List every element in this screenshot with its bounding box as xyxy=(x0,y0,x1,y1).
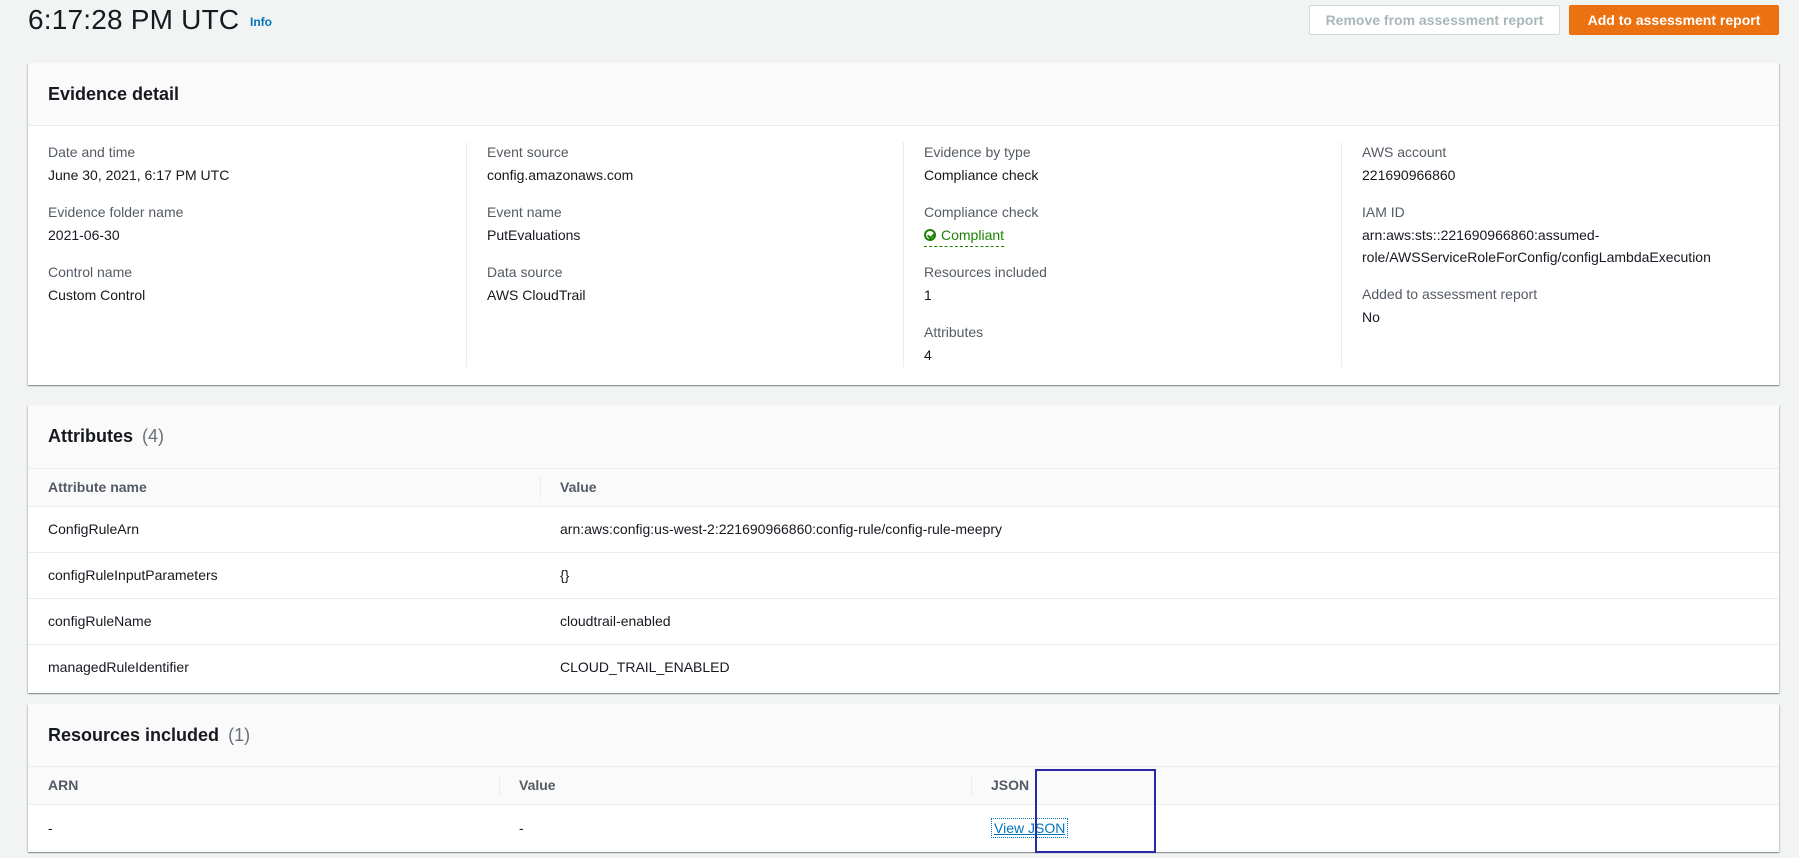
detail-label: AWS account xyxy=(1362,144,1447,160)
resource-arn-cell: - xyxy=(48,820,53,837)
detail-label: IAM ID xyxy=(1362,204,1405,220)
detail-added-to-report: Added to assessment report No xyxy=(1362,284,1769,328)
page: 6:17:28 PM UTC Info Remove from assessme… xyxy=(0,0,1799,858)
resource-value-cell: - xyxy=(519,820,524,837)
attribute-name-cell: configRuleInputParameters xyxy=(28,552,540,599)
detail-label: Attributes xyxy=(924,324,984,340)
column-header-json-label: JSON xyxy=(991,777,1030,794)
detail-iam-id: IAM ID arn:aws:sts::221690966860:assumed… xyxy=(1362,202,1769,268)
column-header-resource-value[interactable]: Value xyxy=(499,767,971,805)
resource-json-cell: View JSON xyxy=(971,804,1779,852)
attributes-header: Attributes (4) xyxy=(28,405,1779,469)
detail-value: Compliant xyxy=(924,224,1311,247)
detail-value: June 30, 2021, 6:17 PM UTC xyxy=(48,167,230,183)
iam-id-line-2: role/AWSServiceRoleForConfig/configLambd… xyxy=(1362,249,1711,265)
resources-header: Resources included (1) xyxy=(28,704,1779,767)
view-json-link[interactable]: View JSON xyxy=(991,818,1069,839)
attributes-count: (4) xyxy=(142,426,165,446)
detail-label: Resources included xyxy=(924,264,1047,280)
column-header-arn[interactable]: ARN xyxy=(28,767,499,805)
evidence-detail-grid: Date and time June 30, 2021, 6:17 PM UTC… xyxy=(28,126,1779,385)
detail-folder-name: Evidence folder name 2021-06-30 xyxy=(48,202,436,246)
column-header-value[interactable]: Value xyxy=(540,469,1779,507)
detail-column-4: AWS account 221690966860 IAM ID arn:aws:… xyxy=(1341,142,1779,367)
column-divider xyxy=(971,775,972,796)
detail-evidence-type: Evidence by type Compliance check xyxy=(924,142,1311,186)
detail-event-source: Event source config.amazonaws.com xyxy=(487,142,874,186)
check-circle-icon xyxy=(924,229,936,241)
attribute-value-cell: cloudtrail-enabled xyxy=(540,598,1779,645)
detail-label: Evidence by type xyxy=(924,144,1031,160)
info-link[interactable]: Info xyxy=(250,15,272,29)
detail-label: Control name xyxy=(48,264,133,280)
resources-title-text: Resources included xyxy=(48,724,220,745)
resources-title: Resources included (1) xyxy=(48,725,250,746)
page-header: 6:17:28 PM UTC Info Remove from assessme… xyxy=(28,0,1779,40)
compliant-label: Compliant xyxy=(941,227,1005,243)
detail-label: Data source xyxy=(487,264,563,280)
detail-value: 1 xyxy=(924,287,932,303)
resources-panel: Resources included (1) ARN Value JSON - … xyxy=(28,704,1779,852)
attribute-name-cell: configRuleName xyxy=(28,598,540,645)
evidence-detail-panel: Evidence detail Date and time June 30, 2… xyxy=(28,63,1779,385)
detail-value: config.amazonaws.com xyxy=(487,167,634,183)
detail-column-1: Date and time June 30, 2021, 6:17 PM UTC… xyxy=(28,142,446,367)
column-header-json[interactable]: JSON xyxy=(971,767,1779,805)
detail-control-name: Control name Custom Control xyxy=(48,262,436,306)
compliant-status[interactable]: Compliant xyxy=(924,224,1005,247)
column-header-value-label: Value xyxy=(560,479,597,496)
table-row: - - View JSON xyxy=(28,804,1779,852)
column-divider xyxy=(499,775,500,796)
table-row: configRuleInputParameters {} xyxy=(28,552,1779,599)
attribute-value-cell: {} xyxy=(540,552,1779,599)
detail-value: Custom Control xyxy=(48,287,146,303)
detail-value: arn:aws:sts::221690966860:assumed- role/… xyxy=(1362,224,1769,268)
detail-label: Evidence folder name xyxy=(48,204,184,220)
attributes-title-text: Attributes xyxy=(48,426,133,446)
attribute-value-cell: arn:aws:config:us-west-2:221690966860:co… xyxy=(540,506,1779,553)
detail-label: Event name xyxy=(487,204,562,220)
detail-column-2: Event source config.amazonaws.com Event … xyxy=(466,142,884,367)
table-row: ConfigRuleArn arn:aws:config:us-west-2:2… xyxy=(28,506,1779,553)
resources-table: ARN Value JSON - - View JSON xyxy=(28,767,1779,852)
detail-attributes: Attributes 4 xyxy=(924,322,1311,366)
detail-label: Date and time xyxy=(48,144,136,160)
detail-value: 221690966860 xyxy=(1362,167,1456,183)
column-divider xyxy=(540,477,541,498)
detail-data-source: Data source AWS CloudTrail xyxy=(487,262,874,306)
column-header-resource-value-label: Value xyxy=(519,777,556,794)
attribute-name-cell: managedRuleIdentifier xyxy=(48,659,189,676)
page-title: 6:17:28 PM UTC xyxy=(28,4,240,35)
detail-date-time: Date and time June 30, 2021, 6:17 PM UTC xyxy=(48,142,436,186)
detail-label: Compliance check xyxy=(924,204,1039,220)
attributes-title: Attributes (4) xyxy=(48,426,164,447)
evidence-detail-header: Evidence detail xyxy=(28,63,1779,126)
detail-label: Event source xyxy=(487,144,569,160)
table-row: configRuleName cloudtrail-enabled xyxy=(28,598,1779,645)
add-to-report-button[interactable]: Add to assessment report xyxy=(1569,5,1779,35)
attributes-panel: Attributes (4) Attribute name Value Conf… xyxy=(28,405,1779,693)
detail-column-3: Evidence by type Compliance check Compli… xyxy=(903,142,1321,367)
detail-label: Added to assessment report xyxy=(1362,286,1538,302)
detail-value: 4 xyxy=(924,347,932,363)
detail-value: 2021-06-30 xyxy=(48,227,120,243)
resources-count: (1) xyxy=(228,724,251,745)
column-header-attribute-name[interactable]: Attribute name xyxy=(28,469,540,507)
detail-aws-account: AWS account 221690966860 xyxy=(1362,142,1769,186)
remove-from-report-button[interactable]: Remove from assessment report xyxy=(1309,5,1560,35)
detail-value: No xyxy=(1362,309,1380,325)
evidence-detail-title: Evidence detail xyxy=(48,83,180,104)
iam-id-line-1: arn:aws:sts::221690966860:assumed- xyxy=(1362,227,1600,243)
detail-value: PutEvaluations xyxy=(487,227,581,243)
detail-value: Compliance check xyxy=(924,167,1039,183)
attribute-name-cell: ConfigRuleArn xyxy=(28,506,540,553)
attributes-table: Attribute name Value ConfigRuleArn arn:a… xyxy=(28,469,1779,690)
detail-resources-included: Resources included 1 xyxy=(924,262,1311,306)
detail-event-name: Event name PutEvaluations xyxy=(487,202,874,246)
detail-value: AWS CloudTrail xyxy=(487,287,586,303)
detail-compliance-check: Compliance check Compliant xyxy=(924,202,1311,247)
table-row: managedRuleIdentifier CLOUD_TRAIL_ENABLE… xyxy=(28,644,1779,690)
attribute-value-cell: CLOUD_TRAIL_ENABLED xyxy=(560,659,730,676)
